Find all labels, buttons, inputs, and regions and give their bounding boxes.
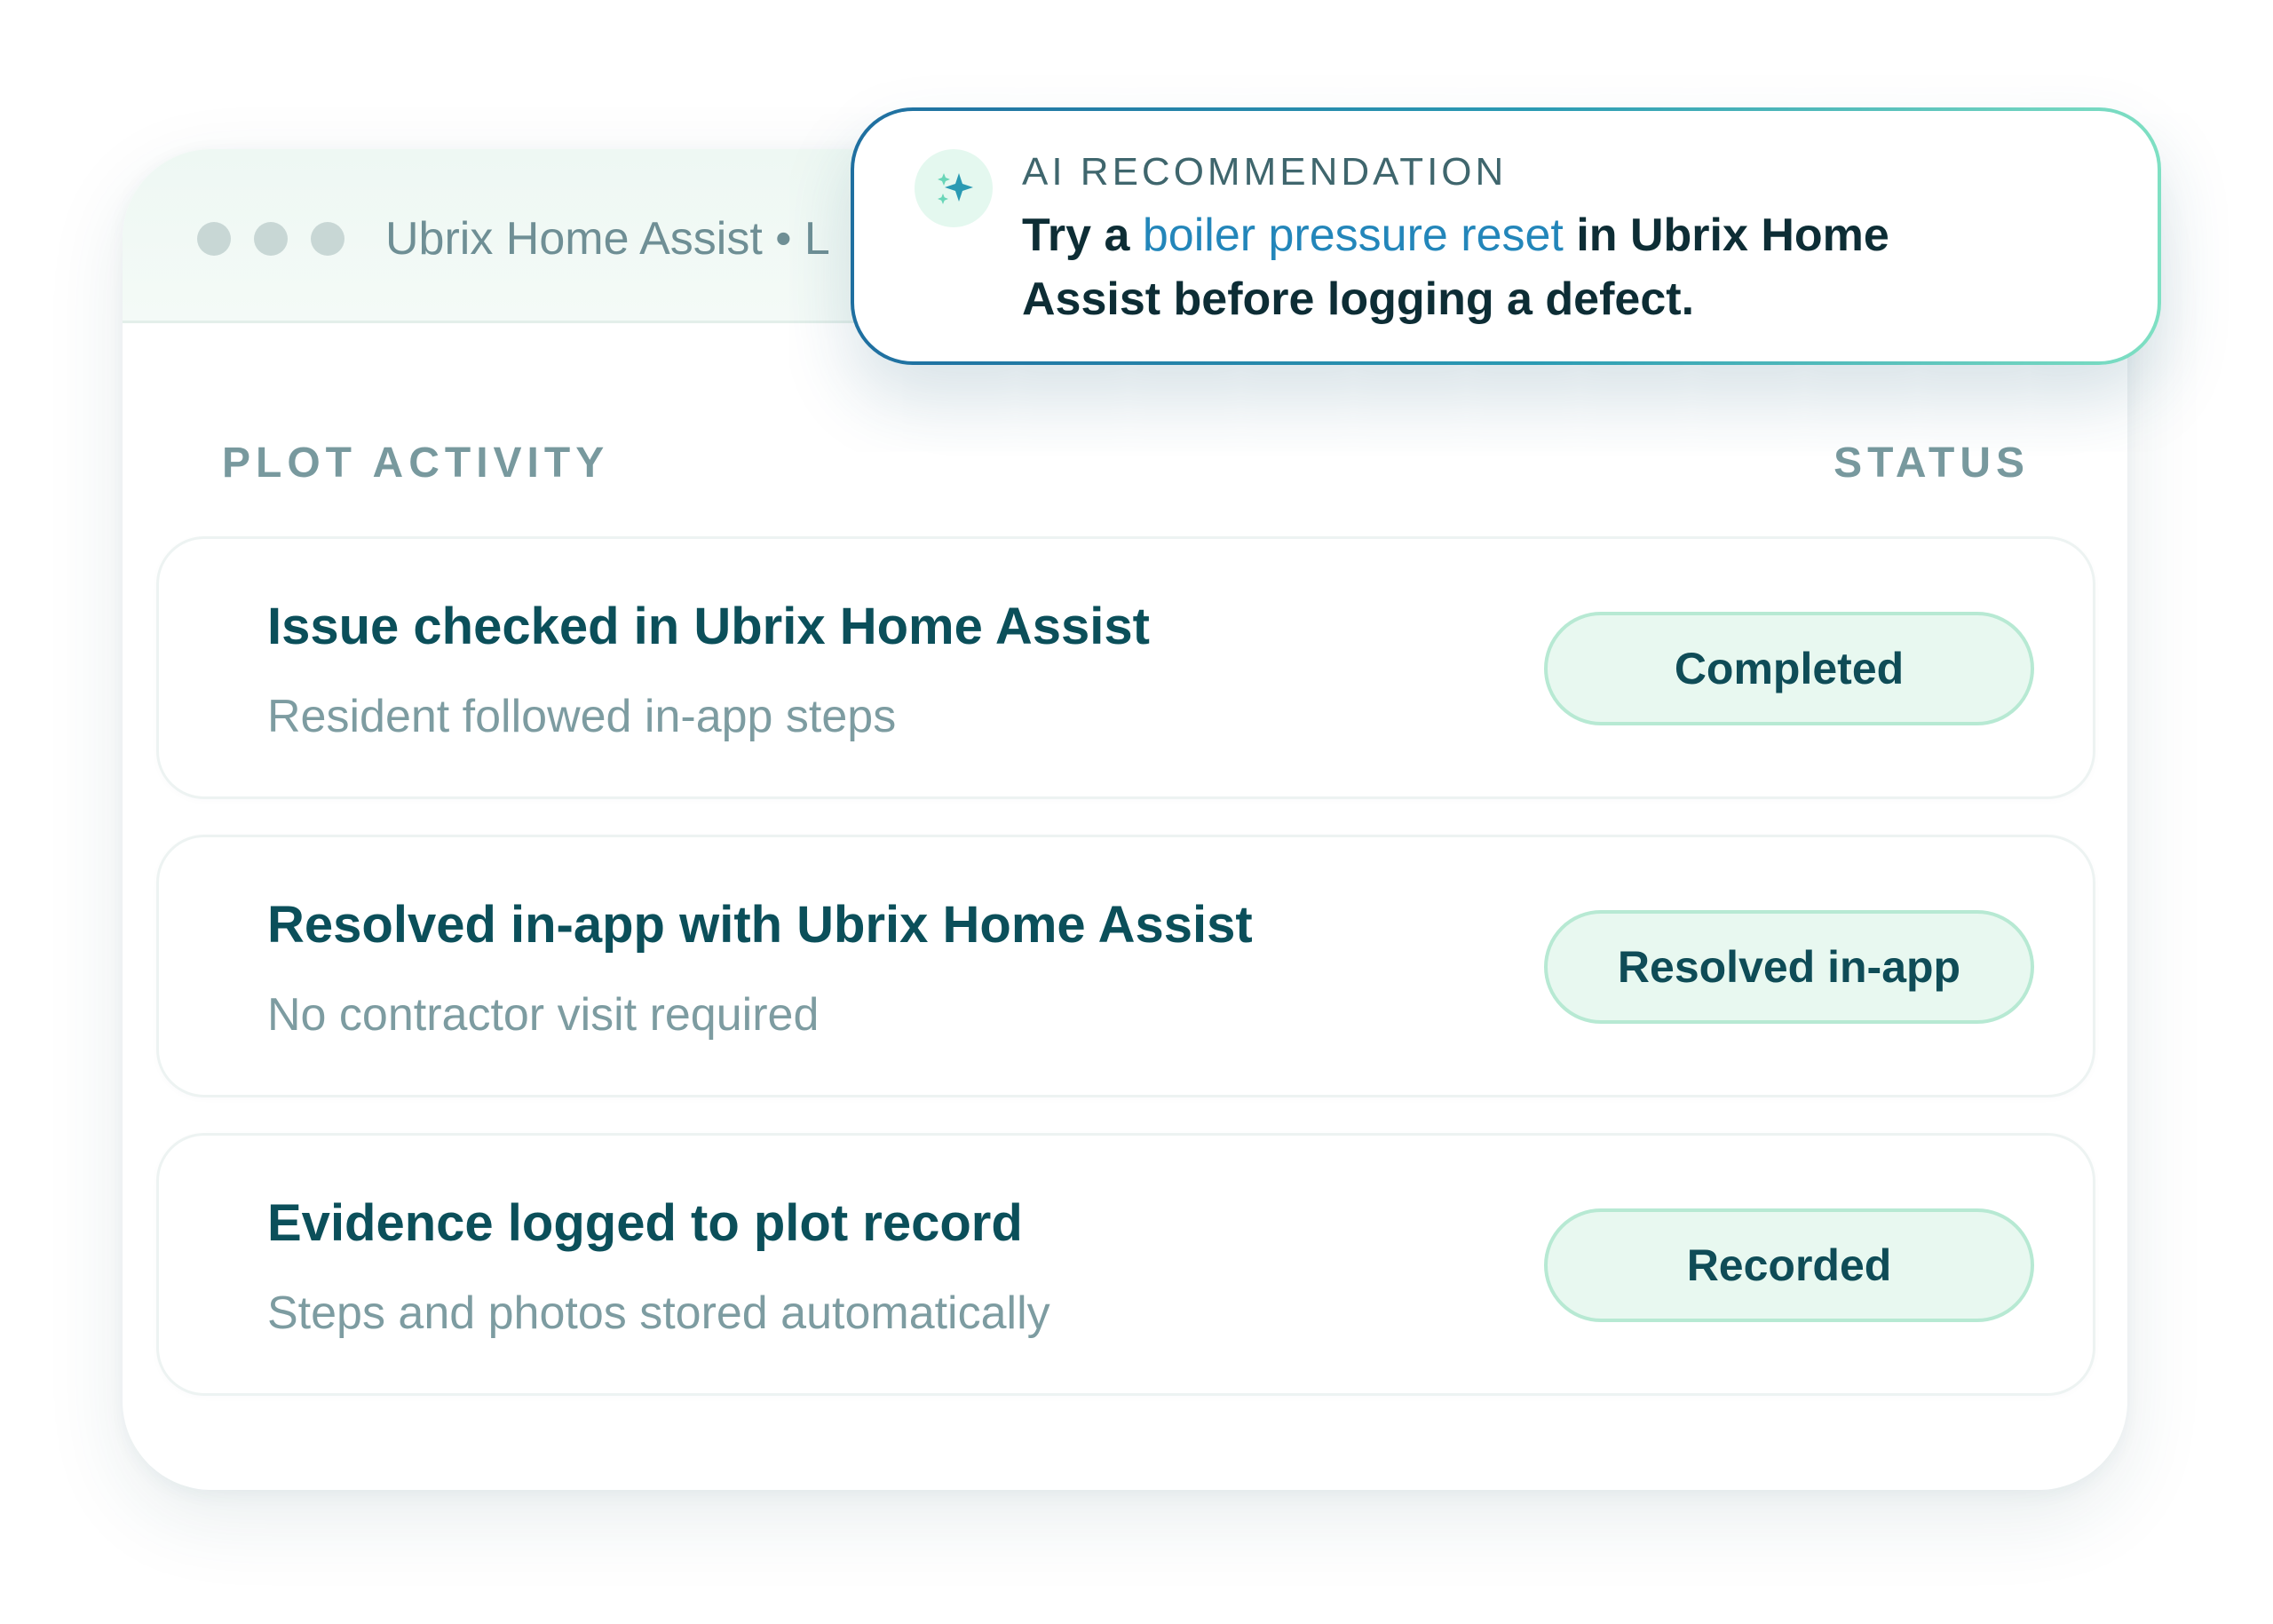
recommendation-prefix: Try a <box>1022 210 1130 261</box>
status-badge-completed: Completed <box>1544 612 2034 725</box>
status-badge-resolved: Resolved in-app <box>1544 910 2034 1024</box>
window-control-dot[interactable] <box>197 222 231 256</box>
status-badge-recorded: Recorded <box>1544 1208 2034 1322</box>
activity-subtitle: No contractor visit required <box>267 989 820 1041</box>
sparkles-icon <box>915 149 993 227</box>
activity-title: Evidence logged to plot record <box>267 1194 1023 1252</box>
ai-recommendation-content: AI RECOMMENDATION Try a boiler pressure … <box>854 111 2158 361</box>
activity-title: Resolved in-app with Ubrix Home Assist <box>267 896 1253 954</box>
activity-item[interactable]: Evidence logged to plot record Steps and… <box>156 1133 2095 1396</box>
activity-subtitle: Steps and photos stored automatically <box>267 1287 1050 1339</box>
activity-item[interactable]: Issue checked in Ubrix Home Assist Resid… <box>156 536 2095 799</box>
window-title: Ubrix Home Assist • L <box>385 213 830 265</box>
window-control-dot[interactable] <box>254 222 288 256</box>
boiler-pressure-reset-link[interactable]: boiler pressure reset <box>1143 210 1564 261</box>
activity-title: Issue checked in Ubrix Home Assist <box>267 598 1150 655</box>
activity-list: Issue checked in Ubrix Home Assist Resid… <box>156 536 2095 1431</box>
ai-recommendation-card[interactable]: AI RECOMMENDATION Try a boiler pressure … <box>851 107 2161 365</box>
activity-item[interactable]: Resolved in-app with Ubrix Home Assist N… <box>156 835 2095 1097</box>
activity-subtitle: Resident followed in-app steps <box>267 691 897 742</box>
ai-recommendation-message: Try a boiler pressure reset in Ubrix Hom… <box>1022 203 2034 331</box>
window-control-dot[interactable] <box>311 222 345 256</box>
ai-recommendation-label: AI RECOMMENDATION <box>1022 150 1508 194</box>
plot-activity-heading: PLOT ACTIVITY <box>222 440 610 487</box>
status-heading: STATUS <box>1833 440 2030 487</box>
